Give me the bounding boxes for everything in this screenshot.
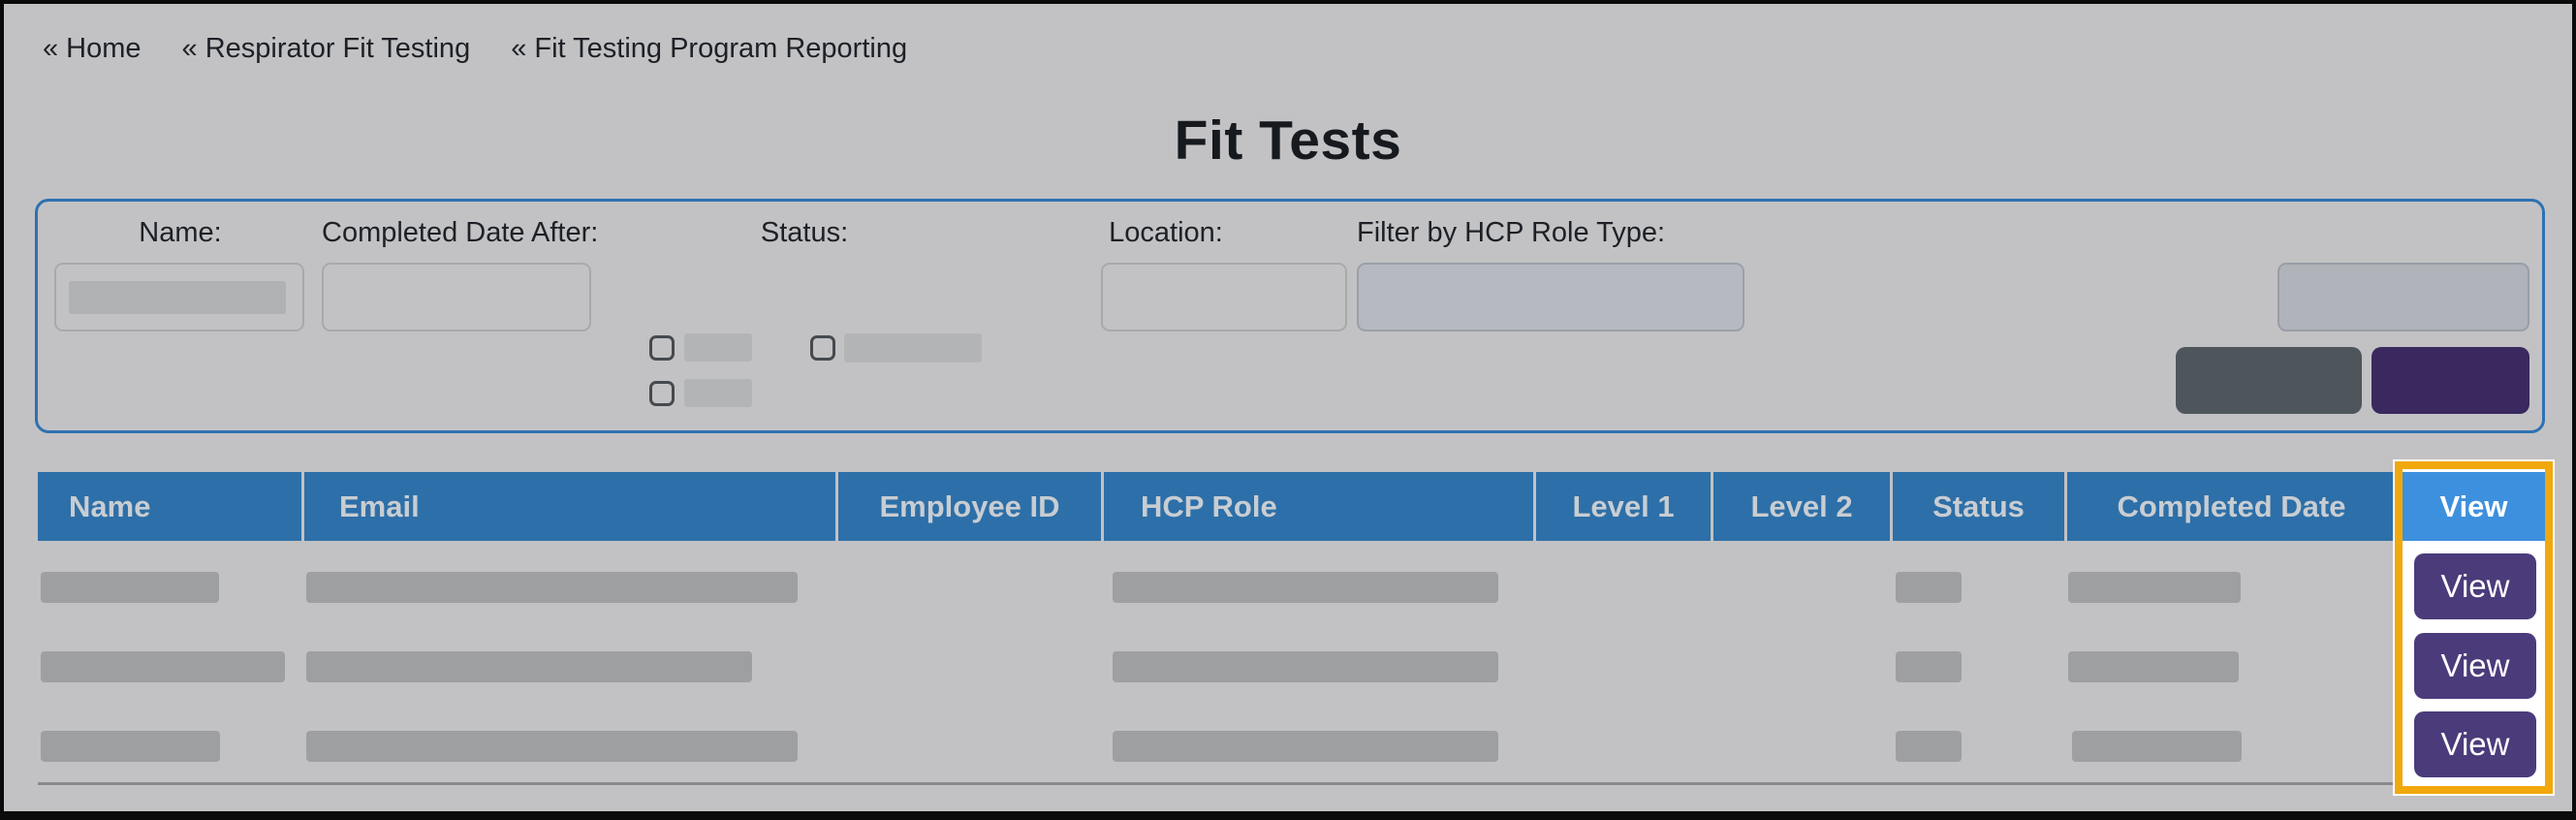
column-header-status: Status <box>1893 472 2064 541</box>
redacted-cell-hcp-role <box>1113 731 1498 762</box>
column-header-completed-date: Completed Date <box>2067 472 2396 541</box>
redacted-cell-name <box>41 731 220 762</box>
breadcrumb-fit-testing-program-reporting[interactable]: « Fit Testing Program Reporting <box>511 33 907 65</box>
view-button-row-1[interactable]: View <box>2414 553 2536 619</box>
status-checkbox-3[interactable] <box>810 335 835 361</box>
table-bottom-divider <box>38 782 2543 785</box>
breadcrumb: « Home « Respirator Fit Testing « Fit Te… <box>43 33 907 65</box>
column-header-name: Name <box>38 472 301 541</box>
completed-date-after-input[interactable] <box>322 263 591 331</box>
name-input[interactable] <box>54 263 304 331</box>
redacted-cell-name <box>41 572 219 603</box>
status-checkbox-1[interactable] <box>649 335 675 361</box>
fit-tests-page: « Home « Respirator Fit Testing « Fit Te… <box>0 0 2576 820</box>
column-header-employee-id: Employee ID <box>838 472 1101 541</box>
redacted-cell-hcp-role <box>1113 572 1498 603</box>
redacted-name-value <box>69 281 286 314</box>
filter-secondary-button[interactable] <box>2176 347 2362 414</box>
redacted-cell-email <box>306 731 798 762</box>
view-button-row-2[interactable]: View <box>2414 633 2536 699</box>
column-header-hcp-role: HCP Role <box>1104 472 1533 541</box>
redacted-checkbox-label-2 <box>684 379 752 407</box>
breadcrumb-respirator-fit-testing[interactable]: « Respirator Fit Testing <box>182 33 471 65</box>
breadcrumb-home[interactable]: « Home <box>43 33 141 65</box>
redacted-checkbox-label-1 <box>684 333 752 362</box>
redacted-cell-status <box>1896 572 1962 603</box>
column-header-level-2: Level 2 <box>1713 472 1890 541</box>
redacted-cell-completed-date <box>2072 731 2242 762</box>
status-label: Status: <box>717 217 892 252</box>
redacted-cell-email <box>306 651 752 682</box>
right-disabled-field[interactable] <box>2278 263 2529 331</box>
completed-date-after-label: Completed Date After: <box>322 217 595 252</box>
redacted-cell-name <box>41 651 285 682</box>
redacted-checkbox-label-3 <box>844 333 982 363</box>
redacted-cell-completed-date <box>2068 572 2241 603</box>
filter-submit-button[interactable] <box>2372 347 2529 414</box>
column-header-view: View <box>2403 472 2545 541</box>
redacted-cell-email <box>306 572 798 603</box>
view-button-row-3[interactable]: View <box>2414 711 2536 777</box>
redacted-cell-completed-date <box>2068 651 2239 682</box>
column-header-email: Email <box>304 472 835 541</box>
redacted-cell-status <box>1896 731 1962 762</box>
location-label: Location: <box>1079 217 1253 252</box>
name-label: Name: <box>93 217 267 252</box>
column-header-level-1: Level 1 <box>1536 472 1711 541</box>
hcp-role-type-select[interactable] <box>1357 263 1744 331</box>
status-checkbox-2[interactable] <box>649 381 675 406</box>
redacted-cell-status <box>1896 651 1962 682</box>
hcp-role-type-label: Filter by HCP Role Type: <box>1357 217 1665 252</box>
redacted-cell-hcp-role <box>1113 651 1498 682</box>
location-input[interactable] <box>1101 263 1347 331</box>
page-title: Fit Tests <box>0 109 2576 173</box>
